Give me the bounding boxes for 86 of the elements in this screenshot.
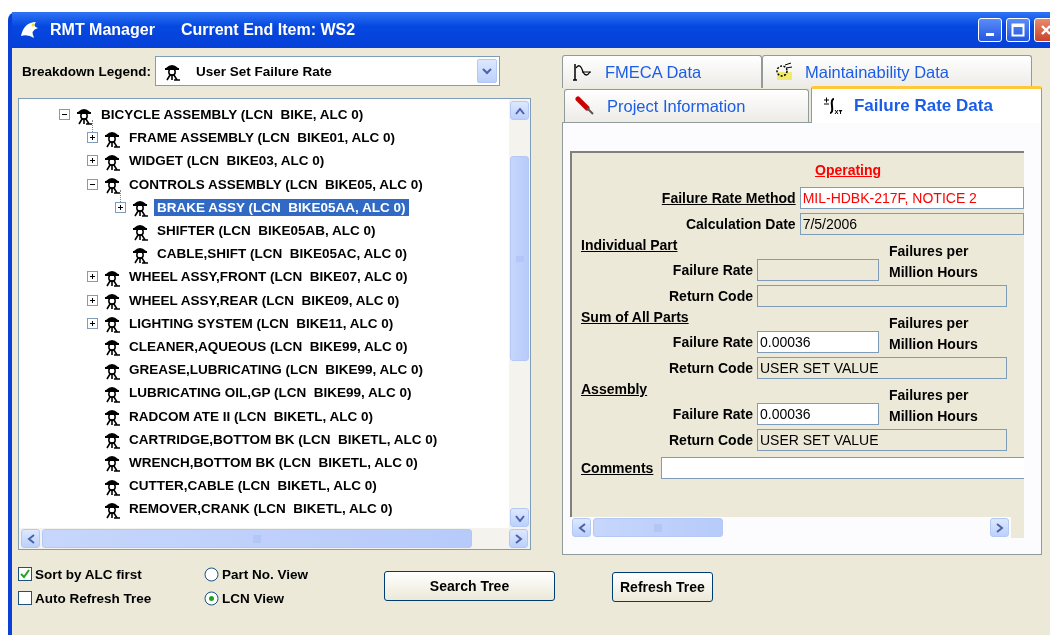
units-label: Failures per Million Hours [888, 314, 979, 354]
search-tree-button[interactable]: Search Tree [384, 571, 555, 601]
scroll-down-button[interactable] [510, 508, 529, 527]
date-field[interactable]: 7/5/2006 [799, 213, 1024, 235]
expand-toggle[interactable] [87, 132, 98, 144]
tree-item[interactable]: RADCOM ATE II (LCN BIKETL, ALC 0) [126, 407, 376, 425]
window-title: RMT Manager [50, 21, 155, 39]
expand-toggle[interactable] [87, 271, 98, 283]
section-heading: Sum of All Parts [581, 309, 690, 327]
radio-circle[interactable] [204, 590, 219, 606]
units-label: Failures per Million Hours [888, 242, 979, 282]
checkbox-box[interactable] [18, 567, 32, 581]
scroll-left-button[interactable] [21, 529, 40, 548]
failure-rate-field[interactable]: 0.00036 [757, 403, 879, 425]
tree-item[interactable]: REMOVER,CRANK (LCN BIKETL, ALC 0) [126, 500, 396, 518]
radio-button[interactable]: LCN View [204, 586, 374, 610]
failure-rate-field[interactable] [757, 259, 879, 281]
checkbox-box[interactable] [18, 591, 32, 605]
tree-item[interactable]: BRAKE ASSY (LCN BIKE05AA, ALC 0) [154, 198, 409, 216]
field-label: Return Code [668, 288, 753, 304]
expand-toggle[interactable] [115, 201, 126, 213]
tree-item[interactable]: CARTRIDGE,BOTTOM BK (LCN BIKETL, ALC 0) [126, 430, 441, 448]
minimize-button[interactable] [978, 18, 1002, 42]
field-label: Comments [581, 460, 654, 476]
tree-item[interactable]: WHEEL ASSY,REAR (LCN BIKE09, ALC 0) [126, 291, 403, 309]
radio-circle[interactable] [204, 566, 219, 582]
failure-rate-field[interactable]: 0.00036 [757, 331, 879, 353]
field-label: Return Code [668, 432, 753, 448]
section-heading: Assembly [581, 381, 649, 399]
field-label: Failure Rate [671, 406, 753, 422]
return-code-field[interactable]: USER SET VALUE [757, 357, 1007, 379]
tree-item[interactable]: WIDGET (LCN BIKE03, ALC 0) [126, 152, 328, 170]
checkbox[interactable]: Sort by ALC first [18, 562, 204, 586]
tree-item[interactable]: GREASE,LUBRICATING (LCN BIKE99, ALC 0) [126, 361, 426, 379]
scrollbar-thumb[interactable] [42, 529, 472, 548]
tree-item[interactable]: SHIFTER (LCN BIKE05AB, ALC 0) [154, 222, 379, 240]
method-field[interactable]: MIL-HDBK-217F, NOTICE 2 [799, 187, 1024, 209]
breakdown-legend-label: Breakdown Legend: [22, 63, 151, 79]
maximize-button[interactable] [1006, 18, 1030, 42]
field-label: Failure Rate [671, 334, 753, 350]
window-subtitle: Current End Item: WS2 [180, 21, 356, 39]
scroll-up-button[interactable] [510, 101, 529, 120]
scrollbar-thumb[interactable] [593, 518, 723, 537]
tree-item[interactable]: CABLE,SHIFT (LCN BIKE05AC, ALC 0) [154, 245, 410, 263]
tab[interactable]: Project Information [564, 89, 809, 122]
tab[interactable]: FMECA Data [562, 55, 762, 88]
expand-toggle[interactable] [87, 317, 98, 329]
checkbox[interactable]: Auto Refresh Tree [18, 586, 204, 610]
radio-button[interactable]: Part No. View [204, 562, 374, 586]
tree-item[interactable]: CLEANER,AQUEOUS (LCN BIKE99, ALC 0) [126, 337, 411, 355]
field-label: Calculation Date [684, 216, 796, 232]
comments-field[interactable] [661, 457, 1024, 479]
tree-item[interactable]: LIGHTING SYSTEM (LCN BIKE11, ALC 0) [126, 314, 397, 332]
tab[interactable]: Failure Rate Data [810, 86, 1042, 123]
scroll-left-button[interactable] [572, 518, 591, 537]
tree-item[interactable]: CUTTER,CABLE (LCN BIKETL, ALC 0) [126, 477, 380, 495]
expand-toggle[interactable] [87, 155, 98, 167]
return-code-field[interactable]: USER SET VALUE [757, 429, 1007, 451]
scrollbar-thumb[interactable] [510, 156, 529, 361]
tree-item[interactable]: BICYCLE ASSEMBLY (LCN BIKE, ALC 0) [98, 106, 367, 124]
close-icon [1039, 23, 1050, 37]
expand-toggle[interactable] [87, 294, 98, 306]
tree-item[interactable]: FRAME ASSEMBLY (LCN BIKE01, ALC 0) [126, 129, 399, 147]
section-heading: Individual Part [581, 237, 679, 255]
expand-toggle[interactable] [59, 109, 70, 121]
scroll-right-button[interactable] [990, 518, 1009, 537]
tree-item[interactable]: CONTROLS ASSEMBLY (LCN BIKE05, ALC 0) [126, 175, 426, 193]
operating-heading: Operating [815, 162, 882, 178]
tree-item[interactable]: WHEEL ASSY,FRONT (LCN BIKE07, ALC 0) [126, 268, 411, 286]
tree-item[interactable]: WRENCH,BOTTOM BK (LCN BIKETL, ALC 0) [126, 453, 421, 471]
minimize-icon [986, 32, 994, 36]
integral-icon [821, 96, 844, 116]
breakdown-legend-dropdown[interactable]: User Set Failure Rate [155, 56, 500, 86]
expand-toggle[interactable] [87, 178, 98, 190]
tab[interactable]: Maintainability Data [762, 55, 1032, 88]
field-label: Failure Rate [671, 262, 753, 278]
maximize-icon [1011, 23, 1025, 37]
scroll-right-button[interactable] [509, 529, 528, 548]
return-code-field[interactable] [757, 285, 1007, 307]
field-label: Failure Rate Method [661, 190, 796, 206]
field-label: Return Code [668, 360, 753, 376]
tree-item[interactable]: LUBRICATING OIL,GP (LCN BIKE99, ALC 0) [126, 384, 415, 402]
refresh-tree-button[interactable]: Refresh Tree [612, 572, 713, 602]
units-label: Failures per Million Hours [888, 386, 979, 426]
dropdown-arrow-button[interactable] [477, 59, 497, 83]
gears-icon [773, 62, 795, 82]
